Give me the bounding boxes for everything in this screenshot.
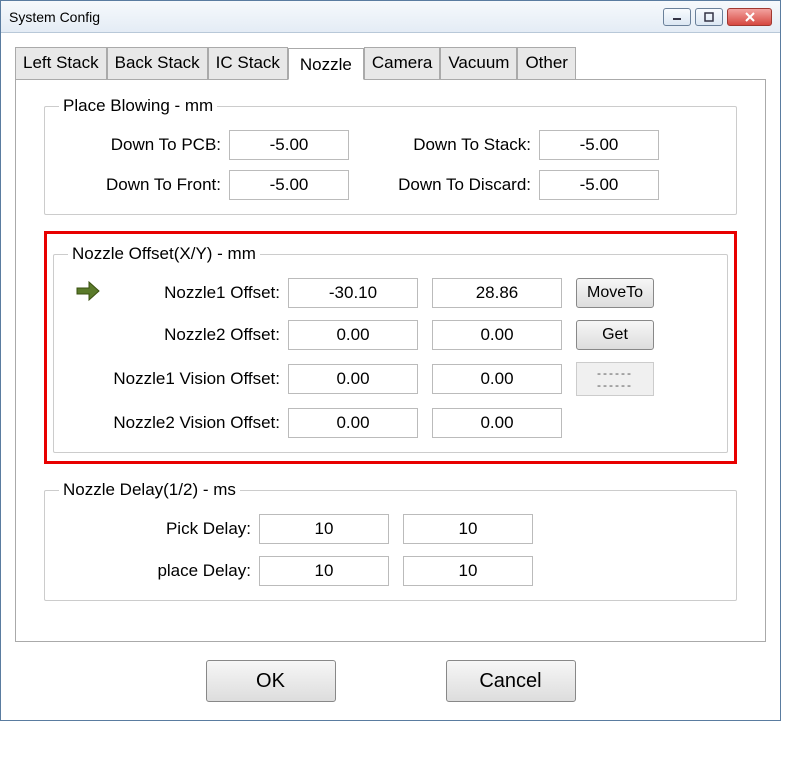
input-place-delay-2[interactable]: [403, 556, 533, 586]
legend-place-blowing: Place Blowing - mm: [59, 96, 217, 116]
window-title: System Config: [9, 9, 663, 25]
label-down-to-front: Down To Front:: [59, 175, 229, 195]
label-pick-delay: Pick Delay:: [59, 519, 259, 539]
dialog-buttons: OK Cancel: [15, 660, 766, 702]
input-place-delay-1[interactable]: [259, 556, 389, 586]
input-nozzle1-vision-y[interactable]: [432, 364, 562, 394]
window-controls: [663, 8, 772, 26]
system-config-window: System Config Left Stack Back Stack IC S…: [0, 0, 781, 721]
highlight-nozzle-offset: Nozzle Offset(X/Y) - mm Nozzle1 Offset: …: [44, 231, 737, 464]
tab-bar: Left Stack Back Stack IC Stack Nozzle Ca…: [15, 47, 766, 80]
label-nozzle1-vision-offset: Nozzle1 Vision Offset:: [108, 369, 288, 389]
minimize-icon: [672, 13, 682, 21]
cancel-button[interactable]: Cancel: [446, 660, 576, 702]
input-nozzle1-vision-x[interactable]: [288, 364, 418, 394]
minimize-button[interactable]: [663, 8, 691, 26]
tab-panel-nozzle: Place Blowing - mm Down To PCB: Down To …: [15, 80, 766, 642]
input-pick-delay-2[interactable]: [403, 514, 533, 544]
get-button[interactable]: Get: [576, 320, 654, 350]
dash-indicator: ------------: [576, 362, 654, 396]
close-button[interactable]: [727, 8, 772, 26]
tab-camera[interactable]: Camera: [364, 47, 440, 79]
tab-nozzle[interactable]: Nozzle: [288, 48, 364, 80]
input-nozzle1-offset-y[interactable]: [432, 278, 562, 308]
ok-button[interactable]: OK: [206, 660, 336, 702]
input-down-to-stack[interactable]: [539, 130, 659, 160]
input-nozzle2-vision-y[interactable]: [432, 408, 562, 438]
maximize-button[interactable]: [695, 8, 723, 26]
titlebar: System Config: [1, 1, 780, 33]
close-icon: [744, 12, 756, 22]
label-place-delay: place Delay:: [59, 561, 259, 581]
maximize-icon: [704, 12, 714, 22]
tab-other[interactable]: Other: [517, 47, 576, 79]
input-down-to-front[interactable]: [229, 170, 349, 200]
input-down-to-pcb[interactable]: [229, 130, 349, 160]
label-nozzle2-offset: Nozzle2 Offset:: [108, 325, 288, 345]
group-nozzle-delay: Nozzle Delay(1/2) - ms Pick Delay: place…: [44, 480, 737, 601]
group-nozzle-offset: Nozzle Offset(X/Y) - mm Nozzle1 Offset: …: [53, 244, 728, 453]
label-down-to-pcb: Down To PCB:: [59, 135, 229, 155]
legend-nozzle-delay: Nozzle Delay(1/2) - ms: [59, 480, 240, 500]
label-down-to-discard: Down To Discard:: [369, 175, 539, 195]
window-body: Left Stack Back Stack IC Stack Nozzle Ca…: [1, 33, 780, 720]
legend-nozzle-offset: Nozzle Offset(X/Y) - mm: [68, 244, 260, 264]
tab-left-stack[interactable]: Left Stack: [15, 47, 107, 79]
input-nozzle2-offset-x[interactable]: [288, 320, 418, 350]
input-down-to-discard[interactable]: [539, 170, 659, 200]
tab-vacuum[interactable]: Vacuum: [440, 47, 517, 79]
moveto-button[interactable]: MoveTo: [576, 278, 654, 308]
label-nozzle2-vision-offset: Nozzle2 Vision Offset:: [108, 413, 288, 433]
input-nozzle2-vision-x[interactable]: [288, 408, 418, 438]
label-nozzle1-offset: Nozzle1 Offset:: [108, 283, 288, 303]
arrow-right-icon: [68, 280, 108, 306]
label-down-to-stack: Down To Stack:: [369, 135, 539, 155]
input-pick-delay-1[interactable]: [259, 514, 389, 544]
input-nozzle2-offset-y[interactable]: [432, 320, 562, 350]
input-nozzle1-offset-x[interactable]: [288, 278, 418, 308]
group-place-blowing: Place Blowing - mm Down To PCB: Down To …: [44, 96, 737, 215]
tab-back-stack[interactable]: Back Stack: [107, 47, 208, 79]
tab-ic-stack[interactable]: IC Stack: [208, 47, 288, 79]
